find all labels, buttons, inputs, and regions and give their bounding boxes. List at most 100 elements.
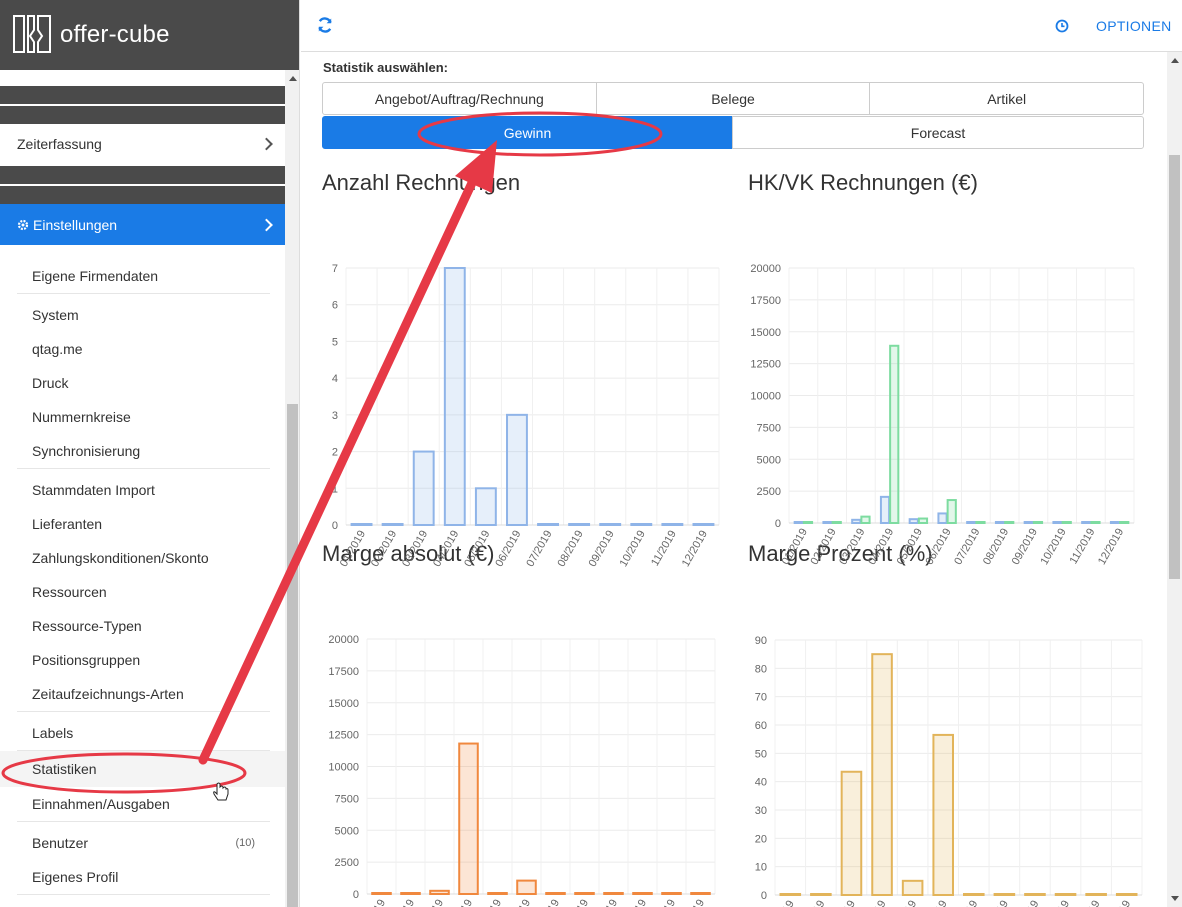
- scrollbar-thumb[interactable]: [287, 404, 298, 907]
- x-tick-label: 04/2019: [858, 899, 888, 907]
- settings-item-label: Stammdaten Import: [32, 482, 155, 498]
- sidebar-item-zeiterfassung[interactable]: Zeiterfassung: [0, 124, 285, 164]
- y-tick-label: 1: [332, 483, 338, 495]
- scroll-up-icon[interactable]: [289, 76, 297, 81]
- y-tick-label: 15000: [750, 327, 781, 339]
- settings-item-nummernkreise[interactable]: Nummernkreise: [0, 400, 285, 434]
- settings-item-label: Lieferanten: [32, 516, 103, 532]
- x-tick-label: 03/2019: [828, 899, 858, 907]
- chart-bar: [793, 521, 804, 524]
- settings-item-system[interactable]: System: [0, 298, 285, 332]
- chart-bar: [661, 892, 682, 895]
- x-tick-label: 01/2019: [358, 898, 388, 907]
- chart-bar: [917, 517, 929, 525]
- scroll-up-icon[interactable]: [1171, 58, 1179, 63]
- x-tick-label: 04/2019: [445, 898, 475, 907]
- settings-item-label: Benutzer: [32, 835, 89, 851]
- refresh-icon[interactable]: [316, 16, 334, 34]
- settings-item-label: System: [32, 307, 79, 323]
- chart-bar: [574, 892, 595, 895]
- chart-bar: [412, 450, 435, 526]
- y-tick-label: 20000: [750, 263, 781, 275]
- settings-item-qtag[interactable]: qtag.me: [0, 332, 285, 366]
- chart-bar: [1081, 521, 1092, 524]
- x-tick-label: 06/2019: [503, 898, 533, 907]
- tab-belege[interactable]: Belege: [595, 82, 871, 115]
- settings-item-ressourcen[interactable]: Ressourcen: [0, 575, 285, 609]
- settings-item-label: Einnahmen/Ausgaben: [32, 796, 170, 812]
- x-tick-label: 11/2019: [649, 529, 679, 569]
- x-tick-label: 03/2019: [416, 898, 446, 907]
- chart-bar: [443, 267, 466, 526]
- chart-anzahl-rechnungen: 0123456701/2019 02/2019 03/2019 04/2019 05/2…: [332, 263, 720, 569]
- chart-bar: [932, 733, 954, 896]
- sidebar-scrollbar[interactable]: [285, 70, 299, 907]
- chart-bar: [1109, 521, 1121, 524]
- y-tick-label: 12500: [328, 730, 359, 742]
- y-tick-label: 50: [755, 748, 767, 760]
- chart-bar: [400, 892, 421, 895]
- y-tick-label: 10: [755, 862, 767, 874]
- settings-item-positionsgruppen[interactable]: Positionsgruppen: [0, 643, 285, 677]
- y-tick-label: 15000: [328, 698, 359, 710]
- settings-item-stammdaten-import[interactable]: Stammdaten Import: [0, 473, 285, 507]
- options-button[interactable]: OPTIONEN: [1096, 18, 1172, 34]
- x-tick-label: 08/2019: [981, 899, 1011, 907]
- tab-gewinn[interactable]: Gewinn: [322, 116, 733, 149]
- x-tick-label: 09/2019: [590, 898, 620, 907]
- settings-item-synchronisierung[interactable]: Synchronisierung: [0, 434, 285, 468]
- x-tick-label: 05/2019: [889, 899, 919, 907]
- main-scrollbar[interactable]: [1167, 52, 1182, 907]
- settings-item-label: Ressourcen: [32, 584, 107, 600]
- y-tick-label: 70: [755, 692, 767, 704]
- chart-bar: [889, 344, 900, 524]
- settings-item-labels[interactable]: Labels: [0, 716, 285, 750]
- chart-bar: [1004, 521, 1015, 524]
- settings-item-label: Statistiken: [32, 761, 97, 777]
- settings-item-druck[interactable]: Druck: [0, 366, 285, 400]
- sidebar: offer-cube Zeiterfassung Einstellungen E…: [0, 0, 300, 907]
- settings-item-lieferanten[interactable]: Lieferanten: [0, 507, 285, 541]
- chart-bar: [975, 521, 986, 524]
- chart-bar: [537, 523, 559, 526]
- settings-item-ressource-typen[interactable]: Ressource-Typen: [0, 609, 285, 643]
- x-tick-label: 12/2019: [680, 529, 710, 569]
- settings-item-label: Druck: [32, 375, 69, 391]
- settings-item-statistiken[interactable]: Statistiken: [0, 751, 285, 787]
- chart-bar: [474, 487, 497, 526]
- gear-icon: [17, 219, 29, 230]
- settings-item-zeitaufzeichnungs-arten[interactable]: Zeitaufzeichnungs-Arten: [0, 677, 285, 711]
- chart-bar: [429, 889, 450, 895]
- chart-bar: [1032, 521, 1044, 524]
- scroll-down-icon[interactable]: [1171, 896, 1179, 901]
- y-tick-label: 10000: [750, 391, 781, 403]
- scrollbar-thumb[interactable]: [1169, 155, 1180, 579]
- settings-item-eigenes-profil[interactable]: Eigenes Profil: [0, 860, 285, 894]
- y-tick-label: 7500: [335, 793, 359, 805]
- settings-item-label: Synchronisierung: [32, 443, 141, 459]
- chevron-right-icon: [260, 218, 273, 231]
- settings-item-firmendaten[interactable]: Eigene Firmendaten: [0, 259, 285, 293]
- tab-forecast[interactable]: Forecast: [732, 116, 1144, 149]
- chart-bar: [963, 893, 985, 896]
- chart-hk-vk-rechnungen: 0250050007500100001250015000175002000001…: [750, 263, 1135, 567]
- settings-item-zahlungskonditionen[interactable]: Zahlungskonditionen/Skonto: [0, 541, 285, 575]
- tab-angebot-auftrag-rechnung[interactable]: Angebot/Auftrag/Rechnung: [322, 82, 597, 115]
- y-tick-label: 17500: [328, 666, 359, 678]
- x-tick-label: 09/2019: [1010, 527, 1040, 567]
- sidebar-section-band: [0, 106, 285, 124]
- chart-bar: [966, 521, 977, 524]
- sidebar-item-einstellungen[interactable]: Einstellungen: [0, 204, 285, 245]
- y-tick-label: 5000: [757, 454, 781, 466]
- settings-item-einnahmen-ausgaben[interactable]: Einnahmen/Ausgaben: [0, 787, 285, 821]
- y-tick-label: 6: [332, 300, 338, 312]
- settings-item-benutzer[interactable]: Benutzer (10): [0, 826, 285, 860]
- clock-icon[interactable]: [1055, 19, 1069, 33]
- tab-artikel[interactable]: Artikel: [869, 82, 1145, 115]
- chart-bar: [822, 521, 833, 524]
- x-tick-label: 12/2019: [1103, 899, 1133, 907]
- y-tick-label: 90: [755, 635, 767, 647]
- chart-bar: [458, 742, 479, 895]
- x-tick-label: 07/2019: [952, 527, 982, 567]
